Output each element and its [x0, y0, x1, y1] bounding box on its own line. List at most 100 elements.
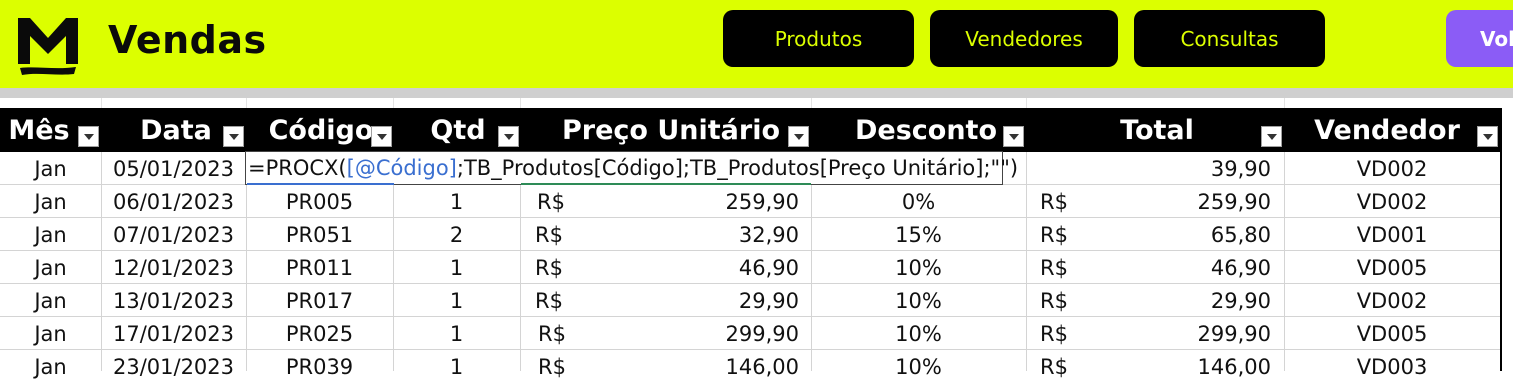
- chevron-down-icon: [83, 133, 94, 140]
- formula-prefix: =PROCX(: [248, 156, 347, 180]
- chevron-down-icon: [376, 133, 387, 140]
- consultas-button[interactable]: Consultas: [1134, 10, 1325, 67]
- filter-dropdown-qtd[interactable]: [498, 126, 519, 147]
- cell-preco[interactable]: 32,90: [577, 218, 799, 251]
- cell-data[interactable]: 17/01/2023: [101, 317, 246, 350]
- cell-preco[interactable]: 146,00: [577, 350, 799, 383]
- cell-qtd[interactable]: 2: [393, 218, 520, 251]
- formula-edit-box[interactable]: =PROCX([@Código] ;TB_Produtos[Código];TB_…: [245, 151, 1018, 185]
- produtos-button[interactable]: Produtos: [723, 10, 914, 67]
- cell-mes[interactable]: Jan: [0, 284, 101, 317]
- cell-qtd[interactable]: 1: [393, 317, 520, 350]
- cell-qtd[interactable]: 1: [393, 284, 520, 317]
- currency-symbol: R$: [537, 189, 565, 214]
- cell-desconto[interactable]: 0%: [811, 185, 1026, 218]
- filter-dropdown-data[interactable]: [223, 126, 244, 147]
- cell-vendedor[interactable]: VD002: [1284, 152, 1500, 185]
- filter-dropdown-vendedor[interactable]: [1477, 126, 1498, 147]
- cell-data[interactable]: 07/01/2023: [101, 218, 246, 251]
- voltar-button[interactable]: Vol: [1446, 10, 1513, 67]
- chevron-down-icon: [793, 133, 804, 140]
- formula-rest: ;TB_Produtos[Código];TB_Produtos[Preço U…: [456, 156, 1019, 180]
- m-logo-icon: [18, 18, 78, 75]
- chevron-down-icon: [1008, 133, 1019, 140]
- cell-mes[interactable]: Jan: [0, 218, 101, 251]
- vendedores-button[interactable]: Vendedores: [930, 10, 1118, 67]
- chevron-down-icon: [228, 133, 239, 140]
- table-header: Mês Data Código Qtd Preço Unitário Desco…: [0, 108, 1500, 152]
- currency-symbol: R$: [1040, 321, 1068, 346]
- cell-vendedor[interactable]: VD002: [1284, 284, 1500, 317]
- top-banner: Vendas Produtos Vendedores Consultas Vol: [0, 0, 1513, 88]
- cell-data[interactable]: 06/01/2023: [101, 185, 246, 218]
- cell-total[interactable]: 259,90: [1080, 185, 1271, 218]
- cell-desconto[interactable]: 15%: [811, 218, 1026, 251]
- cell-codigo[interactable]: PR005: [246, 185, 393, 218]
- cell-vendedor[interactable]: VD005: [1284, 251, 1500, 284]
- cell-codigo[interactable]: PR039: [246, 350, 393, 383]
- cell-desconto[interactable]: 10%: [811, 317, 1026, 350]
- header-total: Total: [1120, 114, 1194, 146]
- cell-mes[interactable]: Jan: [0, 317, 101, 350]
- cell-data[interactable]: 13/01/2023: [101, 284, 246, 317]
- cell-vendedor[interactable]: VD005: [1284, 317, 1500, 350]
- cell-total[interactable]: 146,00: [1080, 350, 1271, 383]
- cell-data[interactable]: 05/01/2023: [101, 152, 246, 185]
- table-row[interactable]: Jan 23/01/2023 PR039 1 R$ 146,00 10% R$ …: [0, 350, 1500, 383]
- separator-bar: [0, 88, 1513, 98]
- cell-total[interactable]: 299,90: [1080, 317, 1271, 350]
- table-right-edge: [1500, 108, 1502, 371]
- filter-dropdown-desconto[interactable]: [1003, 126, 1024, 147]
- chevron-down-icon: [1266, 133, 1277, 140]
- cell-preco[interactable]: 259,90: [577, 185, 799, 218]
- currency-symbol: R$: [538, 354, 566, 379]
- cell-codigo[interactable]: PR051: [246, 218, 393, 251]
- cell-desconto[interactable]: 10%: [811, 284, 1026, 317]
- table-row[interactable]: Jan 07/01/2023 PR051 2 R$ 32,90 15% R$ 6…: [0, 218, 1500, 251]
- currency-symbol: R$: [535, 255, 563, 280]
- filter-dropdown-codigo[interactable]: [371, 126, 392, 147]
- filter-dropdown-total[interactable]: [1261, 126, 1282, 147]
- cell-total[interactable]: 46,90: [1080, 251, 1271, 284]
- app-title: Vendas: [108, 18, 267, 62]
- cell-codigo[interactable]: PR011: [246, 251, 393, 284]
- header-preco-unitario: Preço Unitário: [561, 114, 781, 146]
- chevron-down-icon: [1482, 133, 1493, 140]
- cell-preco[interactable]: 46,90: [577, 251, 799, 284]
- table-row[interactable]: Jan 13/01/2023 PR017 1 R$ 29,90 10% R$ 2…: [0, 284, 1500, 317]
- table-row[interactable]: Jan 17/01/2023 PR025 1 R$ 299,90 10% R$ …: [0, 317, 1500, 350]
- cell-preco[interactable]: 299,90: [577, 317, 799, 350]
- cell-mes[interactable]: Jan: [0, 185, 101, 218]
- cell-qtd[interactable]: 1: [393, 251, 520, 284]
- cell-total[interactable]: 29,90: [1080, 284, 1271, 317]
- currency-symbol: R$: [1040, 222, 1068, 247]
- currency-symbol: R$: [535, 288, 563, 313]
- filter-dropdown-preco[interactable]: [788, 126, 809, 147]
- filter-dropdown-mes[interactable]: [78, 126, 99, 147]
- currency-symbol: R$: [1040, 189, 1068, 214]
- cell-desconto[interactable]: 10%: [811, 350, 1026, 383]
- cell-vendedor[interactable]: VD002: [1284, 185, 1500, 218]
- currency-symbol: R$: [1040, 255, 1068, 280]
- cell-data[interactable]: 12/01/2023: [101, 251, 246, 284]
- cell-qtd[interactable]: 1: [393, 185, 520, 218]
- cell-total[interactable]: 65,80: [1080, 218, 1271, 251]
- cell-total[interactable]: 39,90: [1026, 152, 1271, 185]
- table-row[interactable]: Jan 06/01/2023 PR005 1 R$ 259,90 0% R$ 2…: [0, 185, 1500, 218]
- cell-mes[interactable]: Jan: [0, 251, 101, 284]
- currency-symbol: R$: [535, 222, 563, 247]
- cell-vendedor[interactable]: VD001: [1284, 218, 1500, 251]
- cell-data[interactable]: 23/01/2023: [101, 350, 246, 383]
- cell-qtd[interactable]: 1: [393, 350, 520, 383]
- cell-vendedor[interactable]: VD003: [1284, 350, 1500, 383]
- cell-codigo[interactable]: PR017: [246, 284, 393, 317]
- cell-preco[interactable]: 29,90: [577, 284, 799, 317]
- cell-codigo[interactable]: PR025: [246, 317, 393, 350]
- cell-mes[interactable]: Jan: [0, 350, 101, 383]
- cell-mes[interactable]: Jan: [0, 152, 101, 185]
- currency-symbol: R$: [1040, 354, 1068, 379]
- table-row[interactable]: Jan 12/01/2023 PR011 1 R$ 46,90 10% R$ 4…: [0, 251, 1500, 284]
- currency-symbol: R$: [1040, 288, 1068, 313]
- cell-desconto[interactable]: 10%: [811, 251, 1026, 284]
- formula-ref-codigo: [@Código]: [346, 156, 457, 180]
